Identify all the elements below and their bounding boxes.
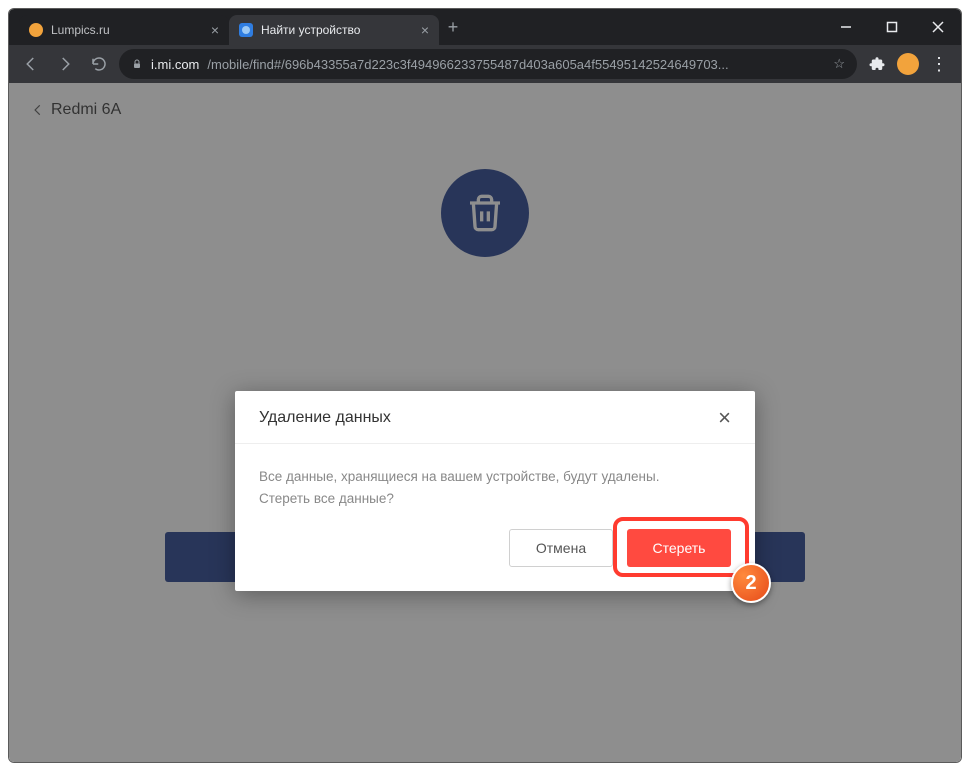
toolbar: i.mi.com/mobile/find#/696b43355a7d223c3f… <box>9 45 961 83</box>
erase-confirm-dialog: Удаление данных × Все данные, хранящиеся… <box>235 391 755 591</box>
lock-icon <box>131 58 143 70</box>
favicon-icon <box>239 23 253 37</box>
browser-window: Lumpics.ru × Найти устройство × + i.mi.c… <box>8 8 962 763</box>
close-icon[interactable]: × <box>421 23 429 37</box>
window-controls <box>823 9 961 45</box>
minimize-button[interactable] <box>823 9 869 45</box>
tab-title: Найти устройство <box>261 23 413 37</box>
dialog-text-2: Стереть все данные? <box>259 488 731 510</box>
tab-lumpics[interactable]: Lumpics.ru × <box>19 15 229 45</box>
forward-button[interactable] <box>51 50 79 78</box>
annotation-step-badge: 2 <box>731 563 771 603</box>
dialog-body: Все данные, хранящиеся на вашем устройст… <box>235 444 755 519</box>
dialog-close-button[interactable]: × <box>718 407 731 429</box>
address-bar[interactable]: i.mi.com/mobile/find#/696b43355a7d223c3f… <box>119 49 857 79</box>
bookmark-icon[interactable]: ☆ <box>833 56 845 72</box>
dialog-header: Удаление данных × <box>235 391 755 444</box>
new-tab-button[interactable]: + <box>439 17 467 38</box>
page-content: Redmi 6A дистанционно после удаления все… <box>9 83 961 762</box>
confirm-erase-button[interactable]: Стереть <box>627 529 731 567</box>
url-path: /mobile/find#/696b43355a7d223c3f49496623… <box>207 57 728 72</box>
browser-menu-button[interactable]: ⋮ <box>925 54 953 75</box>
dialog-footer: Отмена Стереть <box>235 519 755 591</box>
back-button[interactable] <box>17 50 45 78</box>
extensions-icon[interactable] <box>863 50 891 78</box>
cancel-button[interactable]: Отмена <box>509 529 613 567</box>
maximize-button[interactable] <box>869 9 915 45</box>
extension-orange-icon[interactable] <box>897 53 919 75</box>
close-icon[interactable]: × <box>211 23 219 37</box>
favicon-icon <box>29 23 43 37</box>
dialog-text-1: Все данные, хранящиеся на вашем устройст… <box>259 466 731 488</box>
close-window-button[interactable] <box>915 9 961 45</box>
titlebar: Lumpics.ru × Найти устройство × + <box>9 9 961 45</box>
url-host: i.mi.com <box>151 57 199 72</box>
tab-title: Lumpics.ru <box>51 23 203 37</box>
tab-find-device[interactable]: Найти устройство × <box>229 15 439 45</box>
reload-button[interactable] <box>85 50 113 78</box>
dialog-title: Удаление данных <box>259 409 391 427</box>
